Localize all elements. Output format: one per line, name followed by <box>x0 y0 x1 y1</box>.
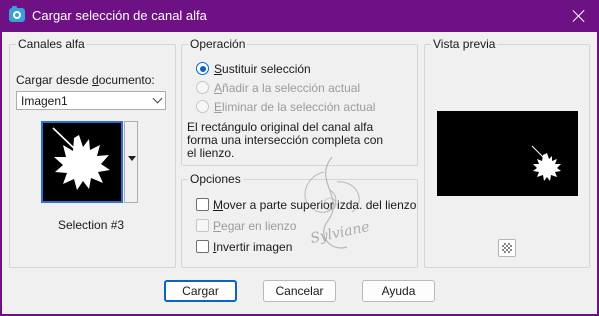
add-to-selection-radio[interactable] <box>196 81 209 94</box>
add-to-selection-label[interactable]: Añadir a la selección actual <box>214 81 360 95</box>
thumbnail-dropdown-button[interactable] <box>124 121 138 203</box>
operation-group-label: Operación <box>188 37 248 51</box>
options-group-label: Opciones <box>188 172 243 186</box>
help-button[interactable]: Ayuda <box>362 280 435 302</box>
replace-selection-label[interactable]: Sustituir selección <box>214 62 311 76</box>
dialog-body: Canales alfa Cargar desde documento: Ima… <box>2 32 597 314</box>
invert-image-checkbox[interactable] <box>196 240 209 253</box>
move-top-left-label[interactable]: Mover a parte superior izda. del lienzo <box>213 198 416 212</box>
preview-leaf-icon <box>531 145 561 181</box>
cancel-button[interactable]: Cancelar <box>263 280 336 302</box>
remove-from-selection-label[interactable]: Eliminar de la selección actual <box>214 100 375 114</box>
selection-name: Selection #3 <box>58 218 125 232</box>
window-title: Cargar selección de canal alfa <box>32 8 207 23</box>
maple-leaf-icon <box>52 127 110 190</box>
replace-selection-radio[interactable] <box>196 62 209 75</box>
chevron-down-icon <box>152 93 163 104</box>
alpha-channels-group-label: Canales alfa <box>16 37 87 51</box>
close-icon[interactable] <box>569 6 589 26</box>
title-bar: Cargar selección de canal alfa <box>0 0 599 32</box>
paste-to-canvas-checkbox[interactable] <box>196 219 209 232</box>
camera-icon <box>9 6 25 22</box>
load-from-document-label: Cargar desde documento: <box>16 73 155 87</box>
preview-canvas <box>437 111 578 196</box>
move-top-left-checkbox[interactable] <box>196 198 209 211</box>
transparency-checker-icon[interactable] <box>498 239 516 257</box>
paste-to-canvas-label[interactable]: Pegar en lienzo <box>213 219 296 233</box>
document-select[interactable]: Imagen1 <box>16 91 166 110</box>
invert-image-label[interactable]: Invertir imagen <box>213 240 292 254</box>
operation-description: El rectángulo original del canal alfa fo… <box>187 120 384 160</box>
alpha-channel-thumbnail[interactable] <box>41 121 123 203</box>
document-select-value: Imagen1 <box>21 94 68 108</box>
preview-group-label: Vista previa <box>431 37 498 51</box>
load-button[interactable]: Cargar <box>164 280 237 302</box>
remove-from-selection-radio[interactable] <box>196 100 209 113</box>
